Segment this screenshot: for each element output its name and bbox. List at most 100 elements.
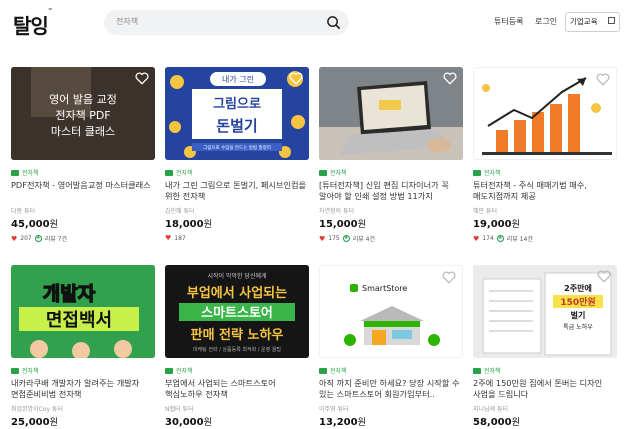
card-title[interactable]: 내가 그린 그림으로 돈벌기, 페시브인컴을 위한 전자책 [165,180,309,202]
book-icon [319,367,327,374]
author: 차연정의 튜터 [319,208,355,215]
card-title[interactable]: PDF전자책 - 영어발음교정 마스터클래스 [11,180,155,191]
category-tag: 전자책 [473,366,501,375]
thumbnail[interactable] [473,67,617,160]
logo-tm: ™ [47,8,53,14]
thumb-line-1: 개발자 [43,283,96,305]
thumbnail[interactable]: 개발자 면접백서 [11,265,155,358]
thumbnail[interactable]: 시작이 막막한 당신에게 부업에서 사업되는 스마트스토어 판매 전략 노하우 … [165,265,309,358]
thumb-line-1: 시작이 막막한 당신에게 [207,272,266,280]
thumbnail[interactable]: 영어 발음 교정 전자책 PDF 마스터 클래스 [11,67,155,160]
card-title[interactable]: 아직 까지 준비만 하세요? 당장 시작할 수 있는 스마트스토어 회원가입부터… [319,378,463,400]
likes-count: 175 [328,235,340,242]
price-value: 18,000 [165,219,204,230]
category-label: 전자책 [484,170,501,177]
thumb-line-2: 면접백서 [46,310,112,331]
card-stats: ♥ 187 [165,234,186,242]
card-title[interactable]: [튜터전자책] 신입 편집 디자이너가 꼭 알아야 할 인쇄 설정 방법 11가… [319,180,463,202]
likes-count: 174 [482,235,494,242]
author: 혜안 튜터 [473,208,497,215]
review-icon: ★ [342,235,350,242]
price-unit: 원 [357,220,366,230]
thumb-line-3: 벌기 [571,310,586,320]
category-tag: 전자책 [165,168,193,177]
corporate-education-button[interactable]: 기업교육 [565,12,620,32]
author: 다봉 튜터 [11,208,35,215]
author: 김민혜 튜터 [165,208,195,215]
category-label: 전자책 [330,170,347,177]
book-icon [165,367,173,374]
search-icon[interactable] [326,15,341,30]
book-icon [473,169,481,176]
heart-filled-icon: ♥ [11,234,18,243]
heart-icon[interactable] [443,72,457,85]
thumbnail[interactable]: 2주만에 150만원 벌기 특급 노하우 [473,265,617,358]
heart-filled-icon: ♥ [319,234,326,243]
book-icon [319,169,327,176]
review-count: 리뷰 14건 [506,236,533,243]
price-unit: 원 [203,220,212,230]
thumbnail-image: 2주만에 150만원 벌기 특급 노하우 [473,265,617,358]
thumb-line-4: 특급 노하우 [563,323,593,331]
category-tag: 전자책 [473,168,501,177]
price: 13,200원 [319,415,366,428]
thumb-line-2: 150만원 [560,296,595,308]
thumbnail[interactable]: SmartStore [319,265,463,358]
card-title[interactable]: 2주에 150만원 집에서 돈버는 디자인 사업을 드립니다 [473,378,617,400]
thumbnail[interactable]: 내가 그린 그림으로 돈벌기 그림으로 수입을 만드는 방법 총정리 [165,67,309,160]
search-input[interactable]: 전자책 [104,10,349,35]
card-title[interactable]: 튜터전자책 - 주식 매매기법 매수, 매도지점까지 제공 [473,180,617,202]
price-value: 25,000 [11,417,50,428]
price-value: 15,000 [319,219,358,230]
price: 18,000원 [165,217,212,230]
tutor-register-link[interactable]: 튜터등록 [494,16,523,27]
thumbnail-image: 시작이 막막한 당신에게 부업에서 사업되는 스마트스토어 판매 전략 노하우 … [165,265,309,358]
likes-count: 207 [20,235,32,242]
heart-filled-icon: ♥ [165,234,172,242]
category-label: 전자책 [22,170,39,177]
heart-icon[interactable] [596,73,610,86]
heart-icon[interactable] [597,270,611,283]
review-count: 리뷰 7건 [44,236,68,243]
thumbnail-image: 내가 그린 그림으로 돈벌기 그림으로 수입을 만드는 방법 총정리 [165,67,309,160]
heart-icon[interactable] [442,271,456,284]
thumb-line-2: 그림으로 [213,97,261,112]
thumb-line-1: 내가 그린 [222,74,254,84]
book-icon [11,367,19,374]
thumbnail-image: 개발자 면접백서 [11,265,155,358]
book-icon [473,367,481,374]
thumb-line-3: 돈벌기 [216,117,257,135]
thumbnail[interactable] [319,67,463,160]
price-value: 30,000 [165,417,204,428]
price-unit: 원 [511,220,520,230]
card-stats: ♥ 207 ★ 리뷰 7건 [11,234,68,244]
price: 19,000원 [473,217,520,230]
price-value: 58,000 [473,417,512,428]
category-label: 전자책 [176,170,193,177]
category-tag: 전자책 [11,168,39,177]
heart-icon[interactable] [289,72,303,85]
thumb-line-1: 2주만에 [564,283,592,293]
external-link-icon [608,17,615,24]
thumb-line-2: 전자책 PDF [55,109,110,122]
card-title[interactable]: 부업에서 사업되는 스마트스토어 핵심노하우 전자책 [165,378,309,400]
price: 58,000원 [473,415,520,428]
book-icon [165,169,173,176]
thumb-line-4: 판매 전략 노하우 [191,327,284,343]
price: 25,000원 [11,415,58,428]
thumb-line-3: 마스터 클래스 [51,125,115,138]
category-label: 전자책 [330,368,347,375]
card-title[interactable]: 내카라쿠배 개발자가 알려주는 개발자 면접준비비법 전자책 [11,378,155,400]
price: 45,000원 [11,217,58,230]
likes-count: 187 [174,234,186,242]
price-unit: 원 [511,418,520,428]
logo[interactable]: 탈잉™ [13,8,53,39]
header: 탈잉™ 전자책 튜터등록 로그인 기업교육 [0,0,640,50]
login-link[interactable]: 로그인 [535,16,557,27]
heart-icon[interactable] [135,72,149,85]
price-unit: 원 [357,418,366,428]
price-value: 19,000 [473,219,512,230]
price-unit: 원 [49,220,58,230]
search-placeholder: 전자책 [116,17,139,26]
thumbnail-image: 영어 발음 교정 전자책 PDF 마스터 클래스 [11,67,155,160]
